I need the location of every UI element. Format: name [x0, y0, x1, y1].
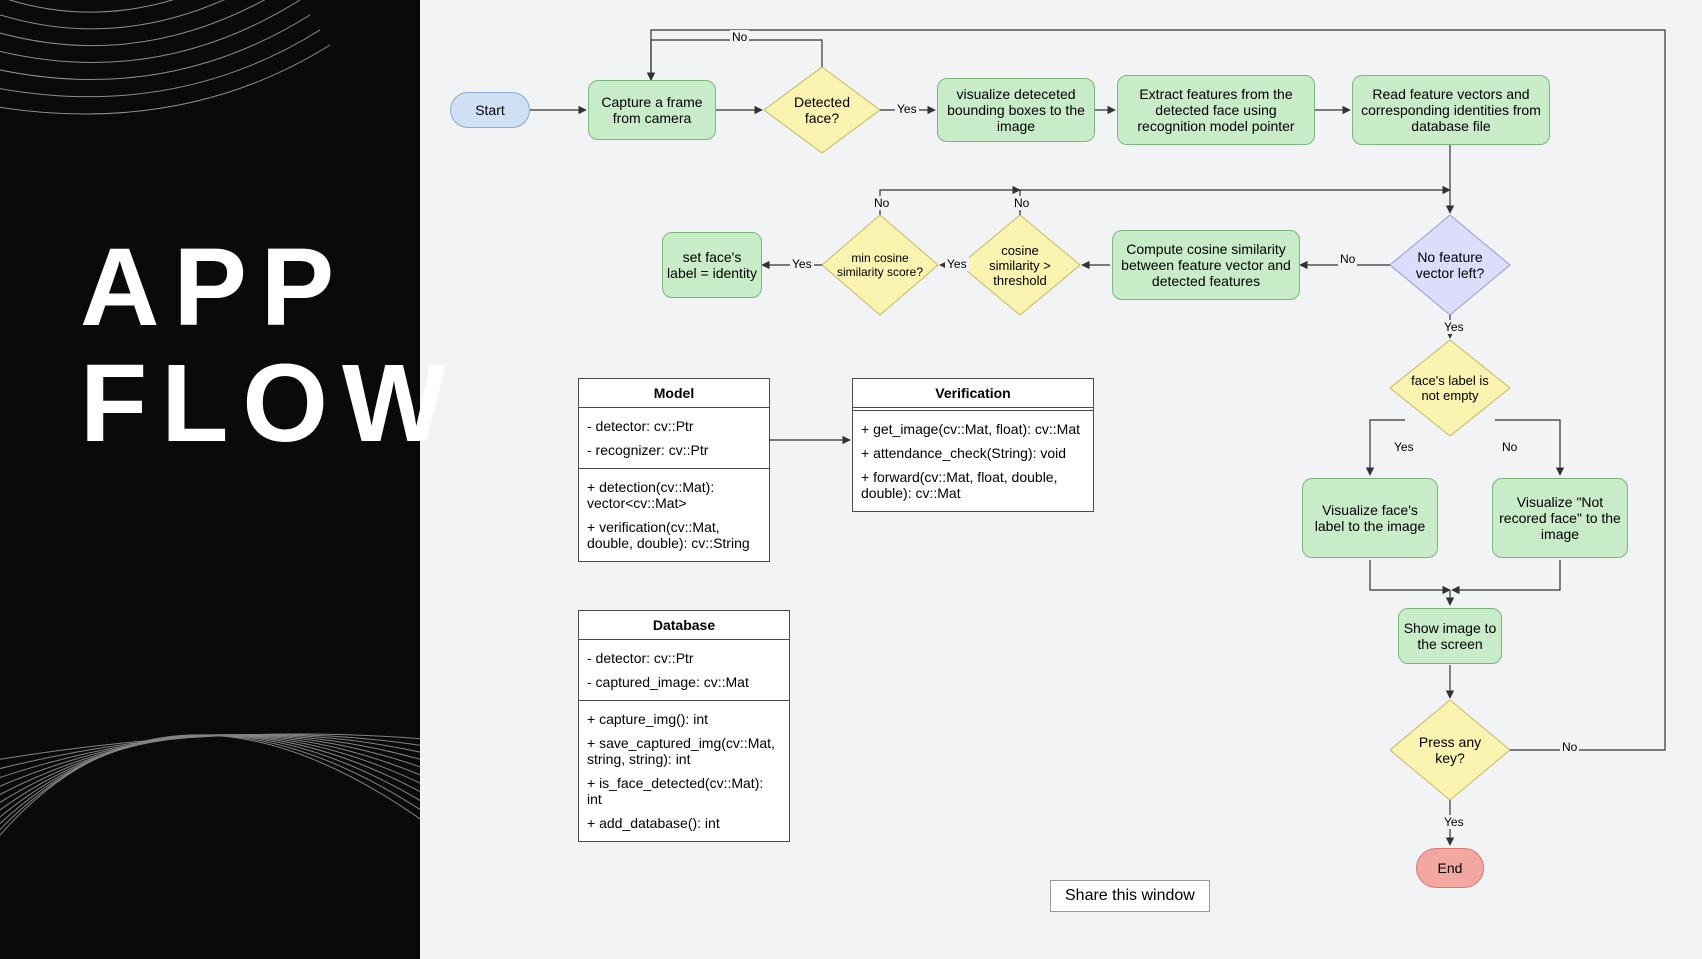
- title-line-1: APP: [80, 230, 460, 346]
- capture-node: Capture a frame from camera: [588, 80, 716, 140]
- edge-label: Yes: [945, 257, 969, 271]
- edge-label: Yes: [895, 102, 919, 116]
- share-window-button[interactable]: Share this window: [1050, 880, 1210, 912]
- no-vector-decision: No feature vector left?: [1400, 238, 1500, 292]
- edge-label: No: [1560, 740, 1579, 754]
- end-node: End: [1416, 848, 1484, 888]
- edge-label: No: [1338, 252, 1357, 266]
- set-label-node: set face's label = identity: [662, 232, 762, 298]
- visualize-boxes-node: visualize deteceted bounding boxes to th…: [937, 78, 1095, 142]
- title-line-2: FLOW: [80, 346, 460, 462]
- read-node: Read feature vectors and corresponding i…: [1352, 75, 1550, 145]
- compute-node: Compute cosine similarity between featur…: [1112, 230, 1300, 300]
- vis-not-recorded-node: Visualize "Not recored face" to the imag…: [1492, 478, 1628, 558]
- label-not-empty-decision: face's label is not empty: [1402, 360, 1498, 416]
- uml-model: Model - detector: cv::Ptr - recognizer: …: [578, 378, 770, 562]
- title-panel: APP FLOW: [0, 0, 420, 959]
- start-node: Start: [450, 92, 530, 128]
- threshold-decision: cosine similarity > threshold: [975, 238, 1065, 292]
- edge-label: No: [730, 30, 749, 44]
- detected-decision: Detected face?: [782, 90, 862, 130]
- edge-label: Yes: [1392, 440, 1416, 454]
- edge-label: No: [1012, 196, 1031, 210]
- edge-label: Yes: [1442, 320, 1466, 334]
- slide: APP FLOW: [0, 0, 1702, 959]
- show-node: Show image to the screen: [1398, 608, 1502, 664]
- page-title: APP FLOW: [80, 230, 460, 461]
- min-score-decision: min cosine similarity score?: [828, 236, 932, 294]
- press-key-decision: Press any key?: [1410, 730, 1490, 770]
- edge-label: Yes: [1442, 815, 1466, 829]
- uml-verification: Verification + get_image(cv::Mat, float)…: [852, 378, 1094, 512]
- edge-label: No: [872, 196, 891, 210]
- edge-label: Yes: [790, 257, 814, 271]
- vis-label-node: Visualize face's label to the image: [1302, 478, 1438, 558]
- edge-label: No: [1500, 440, 1519, 454]
- uml-database: Database - detector: cv::Ptr - captured_…: [578, 610, 790, 842]
- extract-node: Extract features from the detected face …: [1117, 75, 1315, 145]
- decorative-lines: [0, 0, 420, 959]
